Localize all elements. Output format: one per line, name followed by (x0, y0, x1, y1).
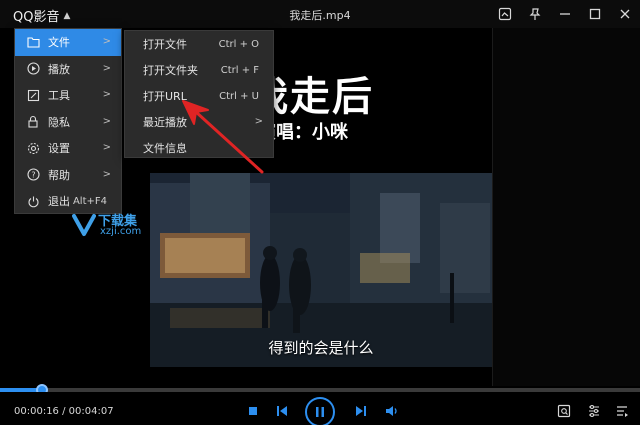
screenshot-button[interactable] (490, 0, 520, 28)
maximize-icon (589, 8, 601, 20)
image-search-icon (557, 404, 571, 418)
gear-icon (25, 140, 41, 156)
previous-button[interactable] (274, 404, 290, 418)
playlist-panel (492, 28, 640, 386)
menu-item-label: 文件信息 (143, 142, 187, 155)
next-button[interactable] (353, 404, 369, 418)
menu-item-file-info[interactable]: 文件信息 (125, 135, 273, 161)
menu-item-label: 打开文件 (143, 38, 187, 51)
menu-item-open-file[interactable]: 打开文件 Ctrl + O (125, 31, 273, 57)
menu-item-label: 帮助 (48, 168, 70, 182)
chevron-right-icon: > (102, 62, 111, 74)
minimize-button[interactable] (550, 0, 580, 28)
menu-item-tools[interactable]: 工具 > (15, 82, 121, 109)
chevron-right-icon: > (254, 116, 263, 127)
menu-item-settings[interactable]: 设置 > (15, 135, 121, 162)
tools-icon (25, 87, 41, 103)
previous-icon (277, 406, 287, 416)
menu-shortcut: Ctrl + U (219, 90, 259, 102)
pause-button[interactable] (305, 397, 335, 425)
stop-icon (249, 407, 257, 415)
watermark-icon (72, 214, 96, 236)
volume-icon (386, 406, 397, 416)
pause-icon (316, 407, 324, 417)
maximize-button[interactable] (580, 0, 610, 28)
menu-shortcut: Ctrl + O (218, 38, 259, 50)
stop-button[interactable] (246, 404, 260, 418)
menu-item-label: 打开文件夹 (143, 64, 198, 77)
video-subtitle: 得到的会是什么 (268, 339, 374, 357)
menu-item-privacy[interactable]: 隐私 > (15, 109, 121, 136)
chevron-right-icon: > (102, 89, 111, 100)
menu-item-label: 最近播放 (143, 116, 187, 129)
time-display: 00:00:16 / 00:04:07 (14, 406, 114, 417)
menu-item-open-url[interactable]: 打开URL Ctrl + U (125, 83, 273, 109)
menu-item-label: 播放 (48, 62, 70, 76)
control-bar: 00:00:16 / 00:04:07 (0, 392, 640, 425)
next-icon (356, 406, 366, 416)
menu-item-recent[interactable]: 最近播放 > (125, 109, 273, 135)
pin-icon (529, 8, 541, 20)
window-controls (490, 0, 640, 28)
minimize-icon (560, 13, 570, 15)
menu-item-label: 退出 (48, 195, 70, 209)
chevron-right-icon: > (102, 36, 111, 47)
close-icon (620, 9, 630, 19)
pin-button[interactable] (520, 0, 550, 28)
menu-item-open-folder[interactable]: 打开文件夹 Ctrl + F (125, 57, 273, 83)
lock-icon (25, 114, 41, 130)
equalizer-button[interactable] (586, 403, 602, 419)
folder-icon (25, 34, 41, 50)
power-icon (25, 193, 41, 209)
volume-button[interactable] (384, 404, 400, 418)
playlist-button[interactable] (614, 403, 630, 419)
menu-item-file[interactable]: 文件 > (15, 29, 121, 56)
svg-text:?: ? (31, 171, 35, 180)
menu-item-label: 打开URL (143, 90, 187, 103)
close-button[interactable] (610, 0, 640, 28)
sliders-icon (589, 404, 599, 418)
chevron-right-icon: > (102, 142, 111, 153)
file-submenu: 打开文件 Ctrl + O 打开文件夹 Ctrl + F 打开URL Ctrl … (124, 30, 274, 158)
watermark-logo: 下载集 xzji.com (72, 212, 162, 240)
watermark-url: xzji.com (100, 226, 142, 237)
title-bar: QQ影音 ▲ 我走后.mp4 (0, 0, 640, 28)
chevron-right-icon: > (102, 115, 111, 127)
playlist-icon (617, 406, 628, 417)
menu-item-label: 隐私 (48, 115, 70, 129)
menu-item-label: 设置 (48, 142, 70, 156)
chevron-right-icon: > (102, 168, 111, 180)
help-icon: ? (25, 167, 41, 183)
menu-shortcut: Alt+F4 (72, 195, 107, 207)
menu-item-label: 工具 (48, 89, 70, 103)
main-menu: 文件 > 播放 > 工具 > 隐私 > 设置 > ? 帮助 > 退出 Alt+F… (14, 28, 122, 214)
menu-item-label: 文件 (48, 36, 70, 50)
play-circle-icon (25, 61, 41, 77)
snapshot-button[interactable] (556, 403, 572, 419)
menu-shortcut: Ctrl + F (220, 64, 259, 76)
menu-item-play[interactable]: 播放 > (15, 56, 121, 83)
video-frame: 得到的会是什么 (150, 173, 492, 367)
menu-item-help[interactable]: ? 帮助 > (15, 162, 121, 189)
screenshot-icon (498, 7, 512, 21)
